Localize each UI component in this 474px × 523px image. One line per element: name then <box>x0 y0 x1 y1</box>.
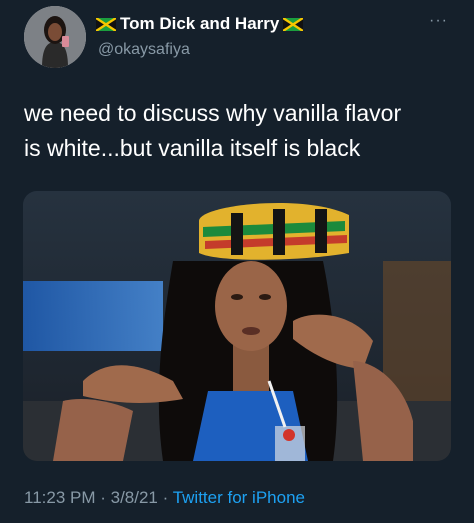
author-name-row[interactable]: Tom Dick and Harry <box>96 14 304 34</box>
avatar[interactable] <box>24 6 86 68</box>
tweet-time[interactable]: 11:23 PM <box>24 488 96 507</box>
tweet-source-link[interactable]: Twitter for iPhone <box>173 488 305 507</box>
tweet-text-line: we need to discuss why vanilla flavor <box>24 100 402 126</box>
meme-photo <box>23 191 451 461</box>
author-handle[interactable]: @okaysafiya <box>98 41 190 59</box>
tweet-date[interactable]: 3/8/21 <box>111 488 158 507</box>
tweet-card: Tom Dick and Harry @okaysafiya ··· we ne… <box>0 0 474 523</box>
display-name[interactable]: Tom Dick and Harry <box>120 14 279 34</box>
jamaica-flag-icon <box>283 17 304 31</box>
jamaica-flag-icon <box>96 17 116 31</box>
tweet-image[interactable] <box>23 191 451 461</box>
tweet-meta: 11:23 PM · 3/8/21 · Twitter for iPhone <box>24 488 305 508</box>
meta-separator: · <box>157 488 173 507</box>
tweet-text-line: is white...but vanilla itself is black <box>24 135 361 161</box>
meta-separator: · <box>95 488 111 507</box>
more-options-icon[interactable]: ··· <box>429 12 448 30</box>
avatar-photo <box>24 6 86 68</box>
tweet-text: we need to discuss why vanilla flavor is… <box>24 96 454 166</box>
